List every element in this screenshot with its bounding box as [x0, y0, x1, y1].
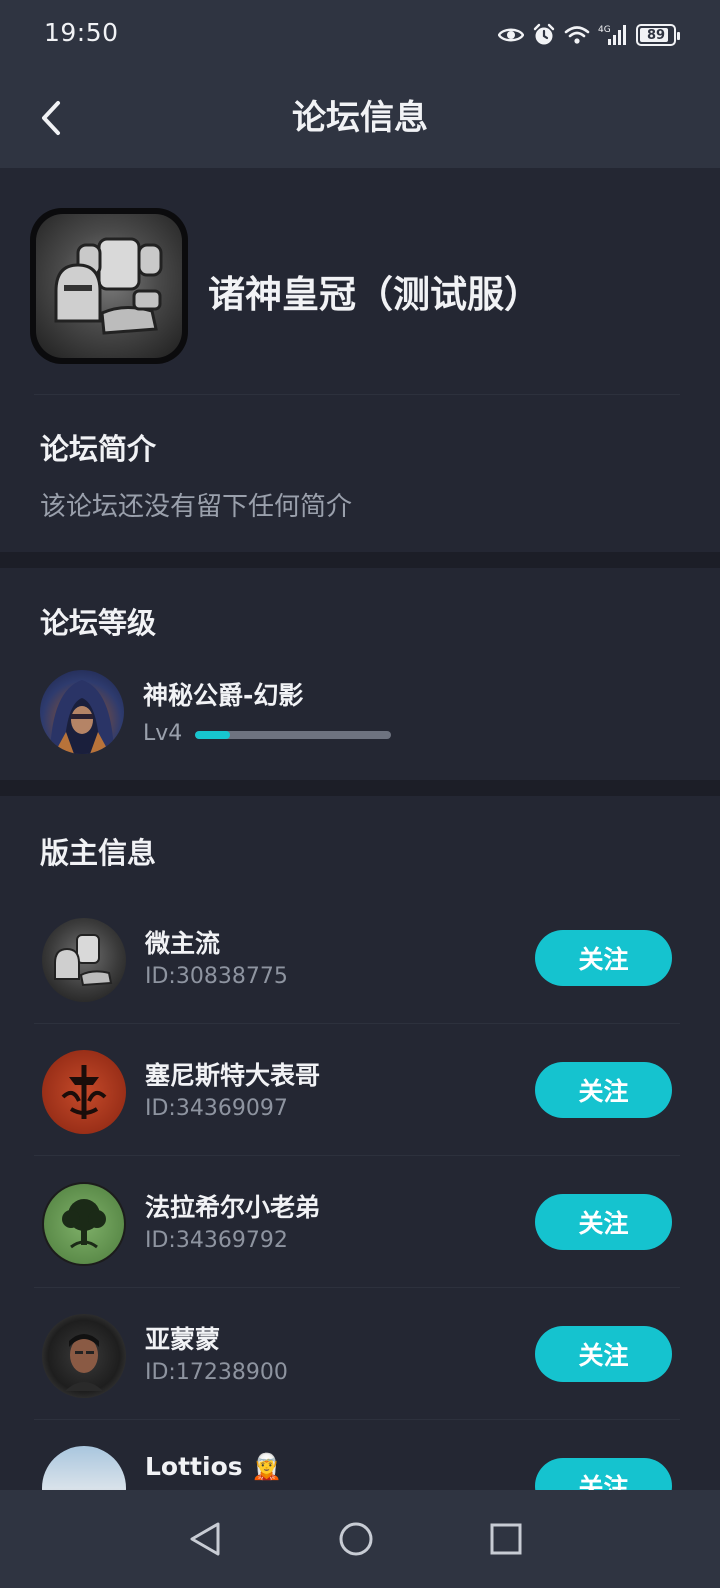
level-avatar — [40, 670, 124, 754]
system-nav-bar — [0, 1490, 720, 1588]
status-time: 19:50 — [44, 18, 119, 47]
moderator-id: ID:34369792 — [145, 1228, 288, 1253]
moderator-name: 法拉希尔小老弟 — [145, 1193, 321, 1222]
wifi-icon — [564, 26, 590, 44]
armor-icon — [36, 214, 182, 358]
forum-name: 诸神皇冠（测试服） — [208, 273, 541, 316]
level-number: Lv4 — [143, 721, 183, 746]
moderator-name: Lottios 🧝 — [145, 1452, 283, 1481]
red-emblem-avatar[interactable] — [42, 1050, 126, 1134]
moderator-id: ID:17238900 — [145, 1360, 288, 1385]
moderator-row[interactable]: 塞尼斯特大表哥 ID:34369097 关注 — [0, 1024, 720, 1156]
moderator-row[interactable]: 法拉希尔小老弟 ID:34369792 关注 — [0, 1156, 720, 1288]
moderator-id: ID:34369097 — [145, 1096, 288, 1121]
moderator-name: 微主流 — [145, 929, 221, 958]
nav-home-button[interactable] — [326, 1509, 386, 1569]
level-name: 神秘公爵-幻影 — [143, 681, 304, 710]
intro-title: 论坛简介 — [40, 432, 157, 466]
alarm-icon — [533, 23, 555, 45]
battery-icon: 89 — [636, 24, 680, 46]
follow-button[interactable]: 关注 — [535, 930, 672, 986]
follow-button[interactable]: 关注 — [535, 1062, 672, 1118]
eye-icon — [498, 28, 524, 42]
section-gap — [0, 780, 720, 796]
forum-info-card: 诸神皇冠（测试服） 论坛简介 该论坛还没有留下任何简介 — [0, 168, 720, 552]
status-icons: 4G 89 — [498, 18, 680, 52]
nav-back-button[interactable] — [175, 1509, 235, 1569]
moderators-title: 版主信息 — [40, 836, 157, 870]
photo-avatar[interactable] — [42, 1314, 126, 1398]
divider — [34, 394, 680, 395]
signal-icon: 4G — [598, 25, 626, 45]
follow-button[interactable]: 关注 — [535, 1326, 672, 1382]
section-gap — [0, 552, 720, 568]
square-recents-icon — [490, 1523, 522, 1555]
moderator-name: 亚蒙蒙 — [145, 1325, 221, 1354]
forum-level-card: 论坛等级 神秘公爵-幻影 Lv4 — [0, 568, 720, 780]
moderator-id: ID:30838775 — [145, 964, 288, 989]
app-header: 论坛信息 — [0, 70, 720, 168]
level-progress-fill — [195, 731, 231, 739]
moderator-row[interactable]: Lottios 🧝 关注 — [0, 1420, 720, 1490]
follow-button[interactable]: 关注 — [535, 1194, 672, 1250]
moderator-name: 塞尼斯特大表哥 — [145, 1061, 321, 1090]
battery-level: 89 — [646, 27, 666, 43]
forum-icon — [30, 208, 188, 364]
network-type: 4G — [598, 25, 611, 35]
intro-text: 该论坛还没有留下任何简介 — [40, 492, 353, 522]
status-bar: 19:50 4G 89 — [0, 0, 720, 70]
nav-recents-button[interactable] — [476, 1509, 536, 1569]
moderator-row[interactable]: 微主流 ID:30838775 关注 — [0, 892, 720, 1024]
level-progress-bar — [195, 731, 391, 739]
landscape-avatar[interactable] — [42, 1446, 126, 1490]
moderators-card: 版主信息 微主流 ID:30838775 关注 塞尼斯特大表哥 ID:34369… — [0, 796, 720, 1490]
tree-emblem-avatar[interactable] — [42, 1182, 126, 1266]
triangle-back-icon — [190, 1522, 220, 1556]
follow-button[interactable]: 关注 — [535, 1458, 672, 1490]
circle-home-icon — [339, 1522, 373, 1556]
moderator-row[interactable]: 亚蒙蒙 ID:17238900 关注 — [0, 1288, 720, 1420]
page-title: 论坛信息 — [292, 98, 428, 138]
armor-avatar[interactable] — [42, 918, 126, 1002]
level-title: 论坛等级 — [40, 606, 157, 640]
